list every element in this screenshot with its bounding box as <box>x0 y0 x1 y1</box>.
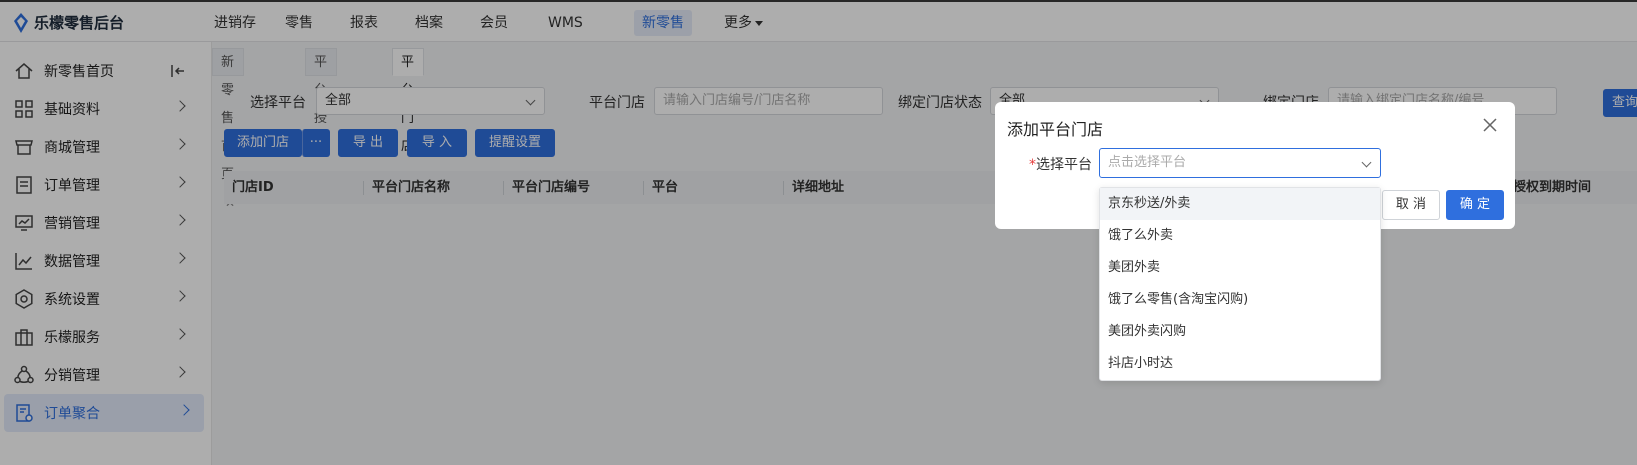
close-icon[interactable] <box>1481 116 1499 134</box>
dropdown-option[interactable]: 京东秒送/外卖 <box>1100 188 1380 220</box>
platform-select[interactable]: 点击选择平台 <box>1099 148 1381 178</box>
confirm-button[interactable]: 确 定 <box>1446 190 1504 220</box>
platform-dropdown-menu: 京东秒送/外卖 饿了么外卖 美团外卖 饿了么零售(含淘宝闪购) 美团外卖闪购 抖… <box>1099 187 1381 381</box>
dropdown-option[interactable]: 美团外卖闪购 <box>1100 316 1380 348</box>
chevron-down-icon <box>1361 157 1372 168</box>
modal-backdrop[interactable] <box>0 0 1637 465</box>
dropdown-option[interactable]: 抖店小时达 <box>1100 348 1380 380</box>
platform-field-text: 选择平台 <box>1036 157 1092 173</box>
required-marker: * <box>1029 157 1036 173</box>
dropdown-option[interactable]: 美团外卖 <box>1100 252 1380 284</box>
platform-select-placeholder: 点击选择平台 <box>1108 155 1187 170</box>
dialog-title: 添加平台门店 <box>1007 120 1104 139</box>
platform-field-label: *选择平台 <box>1029 154 1092 174</box>
dropdown-option[interactable]: 饿了么零售(含淘宝闪购) <box>1100 284 1380 316</box>
cancel-button[interactable]: 取 消 <box>1382 190 1440 220</box>
dropdown-option[interactable]: 饿了么外卖 <box>1100 220 1380 252</box>
